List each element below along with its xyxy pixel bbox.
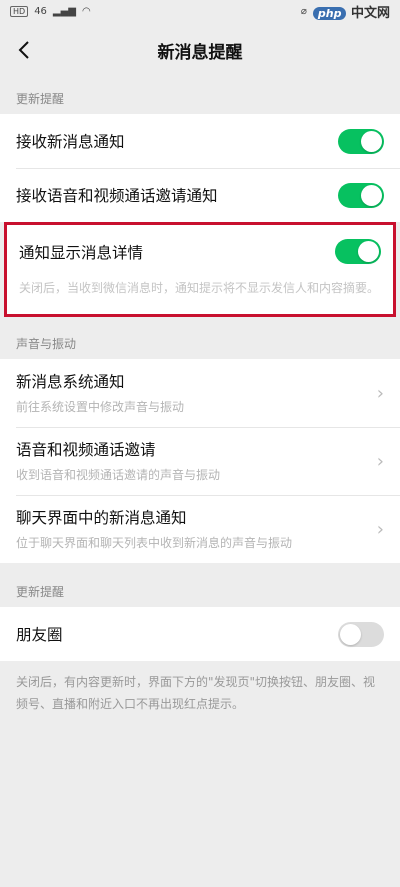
signal-icon: ▂▄▆ — [52, 5, 76, 17]
highlight-show-detail: 通知显示消息详情 关闭后，当收到微信消息时，通知提示将不显示发信人和内容摘要。 — [4, 222, 396, 317]
row-show-detail: 通知显示消息详情 — [19, 239, 381, 264]
row-text: 聊天界面中的新消息通知 位于聊天界面和聊天列表中收到新消息的声音与振动 — [16, 506, 292, 552]
chevron-right-icon: › — [376, 450, 384, 472]
show-detail-description: 关闭后，当收到微信消息时，通知提示将不显示发信人和内容摘要。 — [19, 281, 380, 295]
section-header-sound: 声音与振动 — [16, 337, 77, 351]
show-detail-toggle[interactable] — [335, 239, 381, 264]
chevron-right-icon: › — [376, 518, 384, 540]
group-sound: 新消息系统通知 前往系统设置中修改声音与振动 › 语音和视频通话邀请 收到语音和… — [0, 359, 400, 563]
group-moments: 朋友圈 — [0, 607, 400, 661]
page-title: 新消息提醒 — [157, 42, 243, 63]
moments-toggle[interactable] — [338, 621, 384, 647]
row-text: 语音和视频通话邀请 收到语音和视频通话邀请的声音与振动 — [16, 438, 220, 484]
toggle-knob — [340, 623, 361, 645]
back-button[interactable] — [8, 34, 40, 66]
row-label: 聊天界面中的新消息通知 — [16, 509, 187, 527]
status-left: HD 46 ▂▄▆ ◠ — [10, 5, 91, 17]
receive-call-invite-toggle[interactable] — [338, 182, 384, 208]
row-receive-call-invite: 接收语音和视频通话邀请通知 — [0, 168, 400, 222]
row-system-notice[interactable]: 新消息系统通知 前往系统设置中修改声音与振动 › — [0, 359, 400, 427]
toggle-knob — [358, 241, 379, 262]
status-right: ⌀ php 中文网 — [301, 2, 390, 21]
row-sub: 前往系统设置中修改声音与振动 — [16, 400, 185, 414]
brand-php: php — [312, 6, 347, 20]
brand-watermark: php 中文网 — [312, 2, 390, 21]
row-call-invite[interactable]: 语音和视频通话邀请 收到语音和视频通话邀请的声音与振动 › — [0, 427, 400, 495]
brand-text: 中文网 — [350, 5, 390, 21]
row-moments: 朋友圈 — [0, 607, 400, 661]
footer-note: 关闭后，有内容更新时，界面下方的"发现页"切换按钮、朋友圈、视频号、直播和附近入… — [16, 675, 376, 711]
receive-new-message-toggle[interactable] — [338, 128, 384, 154]
row-label: 通知显示消息详情 — [19, 243, 144, 262]
mute-icon: ⌀ — [300, 5, 307, 17]
row-text: 新消息系统通知 前往系统设置中修改声音与振动 — [16, 370, 184, 416]
toggle-knob — [361, 130, 382, 152]
chevron-right-icon: › — [376, 382, 384, 404]
row-chat-notice[interactable]: 聊天界面中的新消息通知 位于聊天界面和聊天列表中收到新消息的声音与振动 › — [0, 495, 400, 563]
row-label: 接收新消息通知 — [16, 133, 125, 151]
chevron-left-icon — [18, 41, 29, 59]
row-label: 接收语音和视频通话邀请通知 — [16, 187, 218, 205]
row-label: 语音和视频通话邀请 — [16, 441, 156, 459]
section-header-update-2: 更新提醒 — [16, 585, 65, 599]
row-label: 朋友圈 — [16, 626, 63, 644]
row-receive-new-message: 接收新消息通知 — [0, 114, 400, 168]
nav-bar: 新消息提醒 — [0, 22, 400, 78]
row-sub: 位于聊天界面和聊天列表中收到新消息的声音与振动 — [16, 536, 293, 550]
group-update: 接收新消息通知 接收语音和视频通话邀请通知 — [0, 114, 400, 222]
status-bar: HD 46 ▂▄▆ ◠ ⌀ php 中文网 — [0, 0, 400, 22]
toggle-knob — [361, 184, 382, 206]
section-header-update: 更新提醒 — [16, 92, 65, 106]
row-sub: 收到语音和视频通话邀请的声音与振动 — [16, 468, 221, 482]
sim-badge: HD — [10, 5, 29, 17]
signal-indicator: 46 — [34, 5, 47, 17]
wifi-icon: ◠ — [82, 5, 91, 17]
row-label: 新消息系统通知 — [16, 373, 125, 391]
